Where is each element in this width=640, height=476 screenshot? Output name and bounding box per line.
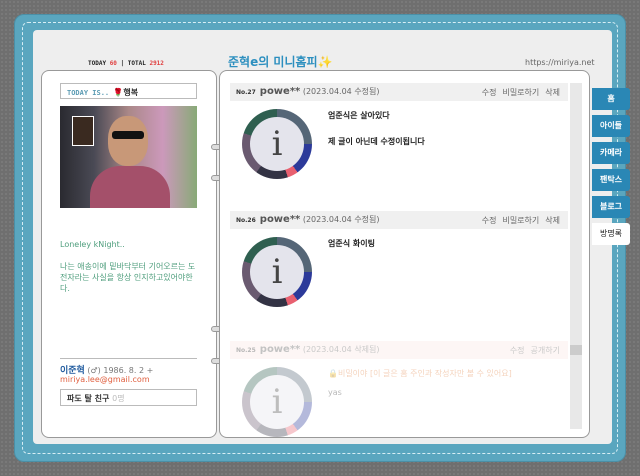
secret-notice: 🔒비밀이야 [이 글은 홈 주인과 작성자만 볼 수 있어요] <box>328 369 512 378</box>
edit-button[interactable]: 수정 <box>510 346 525 355</box>
rose-icon: 🌹 <box>113 88 124 97</box>
make-secret-button[interactable]: 비밀로하기 <box>502 216 539 225</box>
site-url[interactable]: https://miriya.net <box>525 58 595 67</box>
guestbook-card: No.27 powe** (2023.04.04 수정됨) 수정 비밀로하기 삭제 i… <box>219 70 590 438</box>
entry-date: (2023.04.04 수정됨) <box>302 87 380 96</box>
total-count: 2912 <box>149 60 164 67</box>
gender: (♂) <box>87 366 101 375</box>
tab-pentax[interactable]: 팬탁스 <box>592 169 630 191</box>
guestbook-entry: No.26 powe** (2023.04.04 수정됨) 수정 비밀로하기 삭제 i… <box>230 211 568 307</box>
entry-content: 엄준식은 살아있다제 글이 아닌데 수정이됩니다 <box>328 109 425 148</box>
tab-camera[interactable]: 카메라 <box>592 142 630 164</box>
divider <box>60 358 197 359</box>
total-label: TOTAL <box>127 60 146 67</box>
author-avatar: i <box>242 237 312 307</box>
entry-content: 🔒비밀이야 [이 글은 홈 주인과 작성자만 볼 수 있어요] yas <box>328 367 512 399</box>
profile-photo <box>60 106 197 208</box>
visitor-counter: TODAY 60 | TOTAL 2912 <box>88 60 164 67</box>
entry-content: 엄준식 화이팅 <box>328 237 375 250</box>
entry-date: (2023.04.04 삭제됨) <box>302 345 380 354</box>
profile-bio: Loneley kNight.. 나는 애송이에 밑바닥부터 기어오르는 도전자라… <box>60 239 200 294</box>
make-public-button[interactable]: 공개하기 <box>531 346 560 355</box>
scrollbar[interactable] <box>570 83 582 429</box>
friends-count: 0명 <box>112 394 125 403</box>
info-icon: i <box>250 375 304 429</box>
author-avatar: i <box>242 367 312 437</box>
mood-text: 행복 <box>123 88 139 97</box>
entry-author[interactable]: powe** <box>260 214 301 225</box>
today-mood: TODAY IS.. 🌹행복 <box>60 83 197 99</box>
delete-button[interactable]: 삭제 <box>545 216 560 225</box>
entry-number: No.25 <box>236 347 256 354</box>
delete-button[interactable]: 삭제 <box>545 88 560 97</box>
side-tabs: 홈 아이들 카메라 팬탁스 블로그 방명록 <box>592 88 630 250</box>
entry-author[interactable]: powe** <box>260 344 301 355</box>
entry-line: yas <box>328 388 342 397</box>
friends-label: 파도 탈 친구 <box>67 394 110 403</box>
tab-kids[interactable]: 아이들 <box>592 115 630 137</box>
edit-button[interactable]: 수정 <box>482 88 497 97</box>
today-label: TODAY <box>88 60 107 67</box>
page-title: 준혁e의 미니홈피✨ <box>228 55 333 69</box>
entry-date: (2023.04.04 수정됨) <box>302 215 380 224</box>
entry-header: No.27 powe** (2023.04.04 수정됨) 수정 비밀로하기 삭제 <box>230 83 568 101</box>
friends-box[interactable]: 파도 탈 친구 0명 <box>60 389 197 406</box>
guestbook-entry: No.27 powe** (2023.04.04 수정됨) 수정 비밀로하기 삭제 i… <box>230 83 568 179</box>
bio-title: Loneley kNight.. <box>60 240 125 249</box>
scrollbar-thumb[interactable] <box>570 345 582 355</box>
tab-home[interactable]: 홈 <box>592 88 630 110</box>
entry-header: No.25 powe** (2023.04.04 삭제됨) 수정 공개하기 <box>230 341 568 359</box>
make-secret-button[interactable]: 비밀로하기 <box>502 88 539 97</box>
guestbook-entry-secret: No.25 powe** (2023.04.04 삭제됨) 수정 공개하기 i 🔒비… <box>230 341 568 437</box>
info-icon: i <box>250 117 304 171</box>
birthdate: 1986. 8. 2 + <box>103 366 154 375</box>
owner-email[interactable]: miriya.lee@gmail.com <box>60 375 150 384</box>
info-icon: i <box>250 245 304 299</box>
profile-card: TODAY IS.. 🌹행복 Loneley kNight.. 나는 애송이에 밑… <box>41 70 217 438</box>
bio-text: 나는 애송이에 밑바닥부터 기어오르는 도전자라는 사실을 항상 인지하고있어야… <box>60 262 196 293</box>
entry-line: 엄준식 화이팅 <box>328 239 375 248</box>
tab-guestbook[interactable]: 방명록 <box>592 223 630 245</box>
entry-author[interactable]: powe** <box>260 86 301 97</box>
entry-line: 제 글이 아닌데 수정이됩니다 <box>328 137 425 146</box>
today-is-label: TODAY IS.. <box>67 89 110 97</box>
today-count: 60 <box>109 60 117 67</box>
author-avatar: i <box>242 109 312 179</box>
tab-blog[interactable]: 블로그 <box>592 196 630 218</box>
entry-number: No.26 <box>236 217 256 224</box>
entry-header: No.26 powe** (2023.04.04 수정됨) 수정 비밀로하기 삭제 <box>230 211 568 229</box>
entry-line: 엄준식은 살아있다 <box>328 111 390 120</box>
edit-button[interactable]: 수정 <box>482 216 497 225</box>
entry-number: No.27 <box>236 89 256 96</box>
